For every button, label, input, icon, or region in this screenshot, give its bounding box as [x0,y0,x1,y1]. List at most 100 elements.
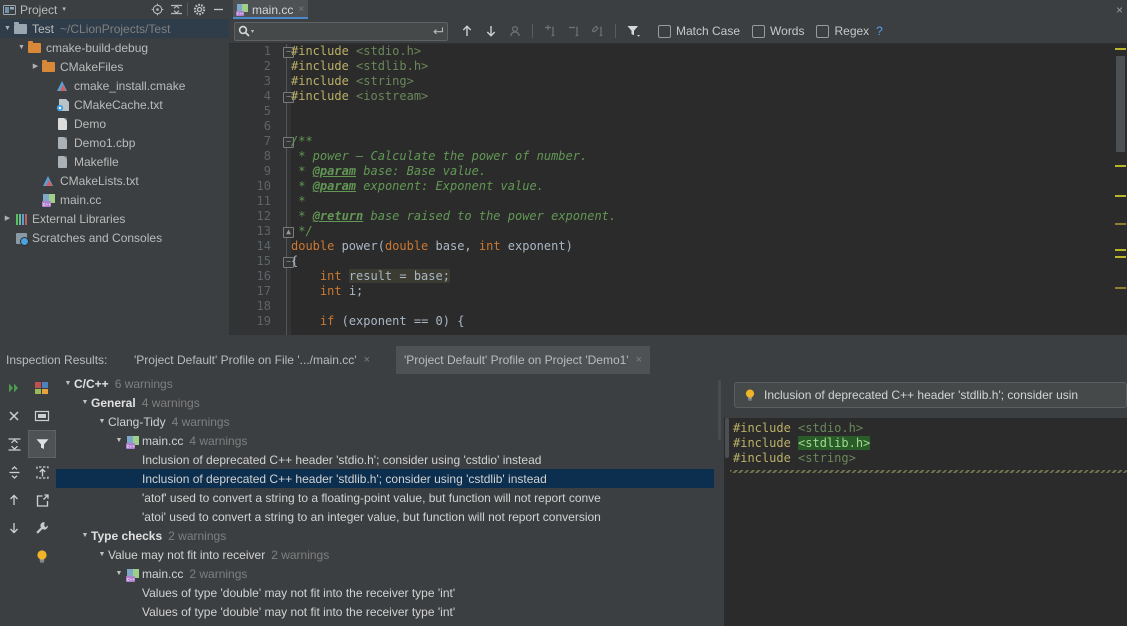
inspection-tree-item[interactable]: Values of type 'double' may not fit into… [56,602,714,621]
inspection-tree-item[interactable]: 'atof' used to convert a string to a flo… [56,488,714,507]
collapse-all-icon[interactable] [0,458,28,486]
settings-wrench-icon[interactable] [28,514,56,542]
code-line[interactable]: 9 * @param base: Base value. [229,164,1127,179]
project-tree-item[interactable]: ▼ cmake-build-debug [0,38,229,57]
search-field-wrapper[interactable]: ▾ [234,21,448,41]
code-line[interactable]: 13 ▲ */ [229,224,1127,239]
inspection-tree-item[interactable]: ▼ General 4 warnings [56,393,714,412]
code-line[interactable]: 12 * @return base raised to the power ex… [229,209,1127,224]
warning-marker[interactable] [1115,223,1126,225]
inspection-tab-file[interactable]: 'Project Default' Profile on File '.../m… [126,346,378,374]
warning-marker[interactable] [1115,249,1126,251]
inspection-tree-item[interactable]: ▼ C++ main.cc 4 warnings [56,431,714,450]
tree-toggle-icon[interactable]: ▼ [62,380,74,387]
tree-toggle-icon[interactable]: ▼ [96,551,108,558]
warning-marker[interactable] [1115,256,1126,258]
inspection-tree-item[interactable]: Inclusion of deprecated C++ header 'stdl… [56,469,714,488]
editor-scrollbar[interactable] [1114,44,1127,335]
checkbox-box[interactable] [658,24,671,38]
code-line[interactable]: 19 if (exponent == 0) { [229,314,1127,329]
project-tree-item[interactable]: CMakeLists.txt [0,171,229,190]
enter-key-icon[interactable] [432,26,444,37]
search-input[interactable] [254,24,432,38]
tree-toggle-icon[interactable]: ▼ [113,570,125,577]
code-line[interactable]: 16 int result = base; [229,269,1127,284]
close-editor-icon[interactable]: × [1116,3,1123,17]
group-by-severity-icon[interactable] [28,374,56,402]
settings-gear-icon[interactable] [191,2,207,18]
inspection-tree-item[interactable]: ▼ Clang-Tidy 4 warnings [56,412,714,431]
locate-icon[interactable] [149,2,165,18]
close-inspection-icon[interactable] [0,402,28,430]
select-all-occurrences-icon[interactable] [504,21,526,41]
tree-toggle-icon[interactable]: ▼ [96,418,108,425]
inspection-tree[interactable]: ▼ C/C++ 6 warnings ▼ General 4 warnings ▼ Clang… [56,374,714,623]
code-viewport[interactable]: 1− #include <stdio.h> 2 #include <stdlib.h>… [229,44,1127,335]
minimize-icon[interactable] [210,2,226,18]
tree-toggle-icon[interactable]: ▼ [2,25,13,32]
edit-line-icon[interactable] [587,21,609,41]
rerun-inspection-icon[interactable] [0,374,28,402]
editor-tab-main-cc[interactable]: C++ main.cc × [233,0,309,19]
close-icon[interactable]: × [636,354,642,366]
quick-fix-bulb-icon[interactable] [28,542,56,570]
warning-marker[interactable] [1115,48,1126,50]
code-line[interactable]: 11 * [229,194,1127,209]
tree-toggle-icon[interactable]: ▶ [30,63,41,70]
add-line-icon[interactable] [539,21,561,41]
inspection-tree-item[interactable]: ▼ C++ main.cc 2 warnings [56,564,714,583]
preview-code[interactable]: #include <stdio.h> #include <stdlib.h> #in… [724,418,1127,626]
project-tree-item[interactable]: ▶ CMakeFiles [0,57,229,76]
code-line[interactable]: 2 #include <stdlib.h> [229,59,1127,74]
find-next-icon[interactable] [480,21,502,41]
remove-line-icon[interactable] [563,21,585,41]
scrollbar-thumb[interactable] [725,418,729,458]
inspection-tree-item[interactable]: ▼ C/C++ 6 warnings [56,374,714,393]
tree-toggle-icon[interactable]: ▼ [113,437,125,444]
open-in-editor-icon[interactable] [28,486,56,514]
tree-toggle-icon[interactable]: ▼ [16,44,27,51]
next-occurrence-icon[interactable] [0,514,28,542]
project-tree-item[interactable]: CMakeCache.txt [0,95,229,114]
chevron-down-icon[interactable]: ▾ [62,6,66,13]
collapse-all-icon[interactable] [168,2,184,18]
project-tree[interactable]: ▼ Test ~/CLionProjects/Test ▼ cmake-build-de… [0,19,229,335]
code-line[interactable]: 7−/** [229,134,1127,149]
inspection-tree-item[interactable]: 'atoi' used to convert a string to an in… [56,507,714,526]
checkbox-regex[interactable]: Regex [816,24,869,38]
inspection-tree-item[interactable]: ▼ Value may not fit into receiver 2 warnin… [56,545,714,564]
warning-marker[interactable] [1115,195,1126,197]
find-previous-icon[interactable] [456,21,478,41]
tree-toggle-icon[interactable]: ▶ [2,215,13,222]
preview-scrollbar[interactable] [724,418,730,623]
tree-toggle-icon[interactable]: ▼ [79,399,91,406]
project-tree-item[interactable]: C++ main.cc [0,190,229,209]
close-icon[interactable]: × [364,354,370,366]
code-line[interactable]: 5 [229,104,1127,119]
warning-marker[interactable] [1115,287,1126,289]
group-by-directory-icon[interactable] [28,402,56,430]
code-line[interactable]: 17 int i; [229,284,1127,299]
warning-marker[interactable] [1115,165,1126,167]
code-line[interactable]: 6 [229,119,1127,134]
code-line[interactable]: 15−{ [229,254,1127,269]
close-icon[interactable]: × [298,4,304,15]
code-line[interactable]: 18 [229,299,1127,314]
code-line[interactable]: 3 #include <string> [229,74,1127,89]
code-line[interactable]: 14 double power(double base, int exponent… [229,239,1127,254]
export-icon[interactable] [28,458,56,486]
project-tree-item[interactable]: cmake_install.cmake [0,76,229,95]
project-tree-item[interactable]: Scratches and Consoles [0,228,229,247]
filter-icon[interactable] [622,21,644,41]
help-icon[interactable]: ? [876,24,883,38]
tree-toggle-icon[interactable]: ▼ [79,532,91,539]
scrollbar-thumb[interactable] [1116,56,1125,152]
inspection-tab-project[interactable]: 'Project Default' Profile on Project 'De… [396,346,651,374]
project-tree-item[interactable]: ▼ Test ~/CLionProjects/Test [0,19,229,38]
project-tree-item[interactable]: Demo [0,114,229,133]
checkbox-words[interactable]: Words [752,24,804,38]
code-line[interactable]: 4− #include <iostream> [229,89,1127,104]
inspection-tree-item[interactable]: Values of type 'double' may not fit into… [56,583,714,602]
inspection-tree-item[interactable]: ▼ Type checks 2 warnings [56,526,714,545]
project-tree-item[interactable]: ▶ External Libraries [0,209,229,228]
